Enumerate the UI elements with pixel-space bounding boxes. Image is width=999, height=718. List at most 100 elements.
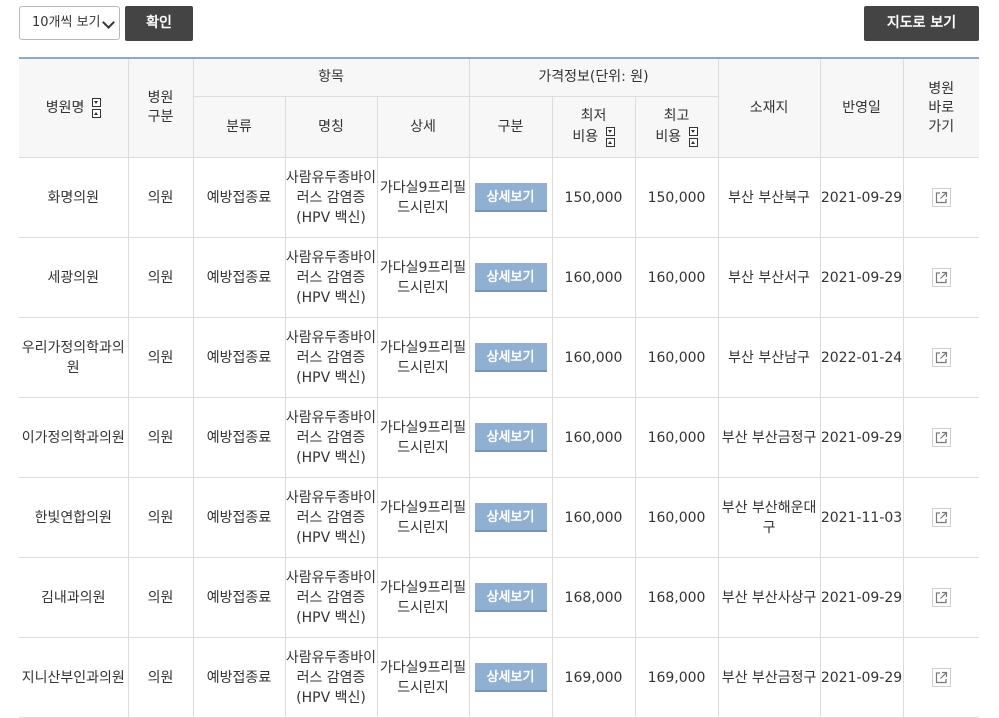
min-cost-cell: 150,000: [551, 157, 636, 238]
min-cost-cell: 160,000: [551, 477, 636, 558]
category-cell: 예방접종료: [192, 477, 286, 558]
item-name-cell: 사람유두종바이러스 감염증(HPV 백신): [284, 557, 378, 638]
price-table: 병원명 병원 구분 항목 가격정보(단위: 원) 소재지 반영일 병원 바로 가기 분…: [19, 57, 980, 718]
hospital-name-cell: 이가정의학과의원: [19, 397, 129, 478]
location-cell: 부산 부산서구: [717, 237, 821, 318]
table-row: 김내과의원 의원 예방접종료 사람유두종바이러스 감염증(HPV 백신) 가다실9프리필…: [19, 557, 980, 638]
sort-asc-icon[interactable]: [688, 137, 698, 147]
hospital-name-cell: 지니산부인과의원: [19, 637, 129, 718]
confirm-button[interactable]: 확인: [125, 6, 193, 41]
max-cost-cell: 160,000: [634, 237, 719, 318]
detail-view-button[interactable]: 상세보기: [474, 343, 547, 372]
header-price-info: 가격정보(단위: 원): [468, 57, 719, 97]
max-cost-cell: 150,000: [634, 157, 719, 238]
header-category: 분류: [193, 96, 286, 158]
external-link-icon[interactable]: [931, 668, 951, 687]
location-cell: 부산 부산해운대구: [717, 477, 821, 558]
goto-cell: [902, 157, 980, 238]
category-cell: 예방접종료: [192, 317, 286, 398]
external-link-icon[interactable]: [931, 188, 951, 207]
header-name: 명칭: [284, 96, 378, 158]
header-hospital-name-label: 병원명: [45, 100, 85, 116]
detail-view-button[interactable]: 상세보기: [474, 183, 547, 212]
item-name-cell: 사람유두종바이러스 감염증(HPV 백신): [284, 237, 378, 318]
min-cost-cell: 160,000: [551, 317, 636, 398]
hospital-name-cell: 우리가정의학과의원: [19, 317, 129, 398]
min-cost-cell: 168,000: [551, 557, 636, 638]
min-cost-cell: 160,000: [551, 237, 636, 318]
item-name-cell: 사람유두종바이러스 감염증(HPV 백신): [284, 317, 378, 398]
detail-view-button[interactable]: 상세보기: [474, 503, 547, 532]
hospital-name-cell: 한빛연합의원: [19, 477, 129, 558]
chevron-down-icon: [102, 16, 115, 29]
table-row: 세광의원 의원 예방접종료 사람유두종바이러스 감염증(HPV 백신) 가다실9프리필드…: [19, 237, 980, 318]
location-cell: 부산 부산북구: [717, 157, 821, 238]
header-min-cost: 최저 비용: [551, 96, 636, 158]
map-view-button[interactable]: 지도로 보기: [864, 6, 979, 41]
detail-view-button[interactable]: 상세보기: [474, 663, 547, 692]
hospital-type-cell: 의원: [127, 557, 194, 638]
page-size-value: 10개씩 보기: [32, 15, 100, 30]
category-cell: 예방접종료: [192, 557, 286, 638]
sort-desc-icon[interactable]: [688, 126, 698, 136]
external-link-icon[interactable]: [931, 428, 951, 447]
detail-cell: 가다실9프리필드시린지: [376, 477, 470, 558]
header-max-cost: 최고 비용: [634, 96, 719, 158]
header-detail: 상세: [376, 96, 470, 158]
goto-cell: [902, 397, 980, 478]
min-cost-cell: 169,000: [551, 637, 636, 718]
external-link-icon[interactable]: [931, 268, 951, 287]
detail-view-button[interactable]: 상세보기: [474, 583, 547, 612]
header-item: 항목: [192, 57, 470, 97]
item-name-cell: 사람유두종바이러스 감염증(HPV 백신): [284, 477, 378, 558]
detail-cell: 가다실9프리필드시린지: [376, 157, 470, 238]
sort-max-cost: [688, 126, 698, 148]
sort-desc-icon[interactable]: [605, 126, 615, 136]
header-division: 구분: [468, 96, 553, 158]
hospital-type-cell: 의원: [127, 477, 194, 558]
goto-cell: [902, 317, 980, 398]
hospital-type-cell: 의원: [127, 157, 194, 238]
external-link-icon[interactable]: [931, 588, 951, 607]
updated-cell: 2021-09-29: [819, 157, 904, 238]
goto-cell: [902, 477, 980, 558]
max-cost-cell: 160,000: [634, 397, 719, 478]
updated-cell: 2021-09-29: [819, 237, 904, 318]
min-cost-cell: 160,000: [551, 397, 636, 478]
header-location: 소재지: [717, 57, 821, 158]
table-row: 우리가정의학과의원 의원 예방접종료 사람유두종바이러스 감염증(HPV 백신) 가다실…: [19, 317, 980, 398]
sort-asc-icon[interactable]: [91, 109, 101, 118]
division-cell: 상세보기: [468, 557, 553, 638]
max-cost-cell: 169,000: [634, 637, 719, 718]
max-cost-cell: 160,000: [634, 477, 719, 558]
table-row: 이가정의학과의원 의원 예방접종료 사람유두종바이러스 감염증(HPV 백신) 가다실9…: [19, 397, 980, 478]
hospital-type-cell: 의원: [127, 637, 194, 718]
sort-hospital-name: [91, 97, 101, 119]
detail-view-button[interactable]: 상세보기: [474, 263, 547, 292]
item-name-cell: 사람유두종바이러스 감염증(HPV 백신): [284, 397, 378, 478]
division-cell: 상세보기: [468, 637, 553, 718]
category-cell: 예방접종료: [192, 237, 286, 318]
detail-view-button[interactable]: 상세보기: [474, 423, 547, 452]
sort-desc-icon[interactable]: [91, 98, 101, 107]
detail-cell: 가다실9프리필드시린지: [376, 237, 470, 318]
division-cell: 상세보기: [468, 397, 553, 478]
division-cell: 상세보기: [468, 237, 553, 318]
category-cell: 예방접종료: [192, 397, 286, 478]
max-cost-cell: 168,000: [634, 557, 719, 638]
external-link-icon[interactable]: [931, 508, 951, 527]
detail-cell: 가다실9프리필드시린지: [376, 317, 470, 398]
hospital-type-cell: 의원: [127, 397, 194, 478]
hospital-name-cell: 김내과의원: [19, 557, 129, 638]
external-link-icon[interactable]: [931, 348, 951, 367]
detail-cell: 가다실9프리필드시린지: [376, 637, 470, 718]
goto-cell: [902, 237, 980, 318]
page-size-select[interactable]: 10개씩 보기: [19, 6, 120, 40]
category-cell: 예방접종료: [192, 157, 286, 238]
header-goto: 병원 바로 가기: [902, 57, 980, 158]
updated-cell: 2021-09-29: [819, 397, 904, 478]
sort-asc-icon[interactable]: [605, 137, 615, 147]
table-row: 지니산부인과의원 의원 예방접종료 사람유두종바이러스 감염증(HPV 백신) 가다실9…: [19, 637, 980, 718]
hospital-name-cell: 세광의원: [19, 237, 129, 318]
division-cell: 상세보기: [468, 477, 553, 558]
